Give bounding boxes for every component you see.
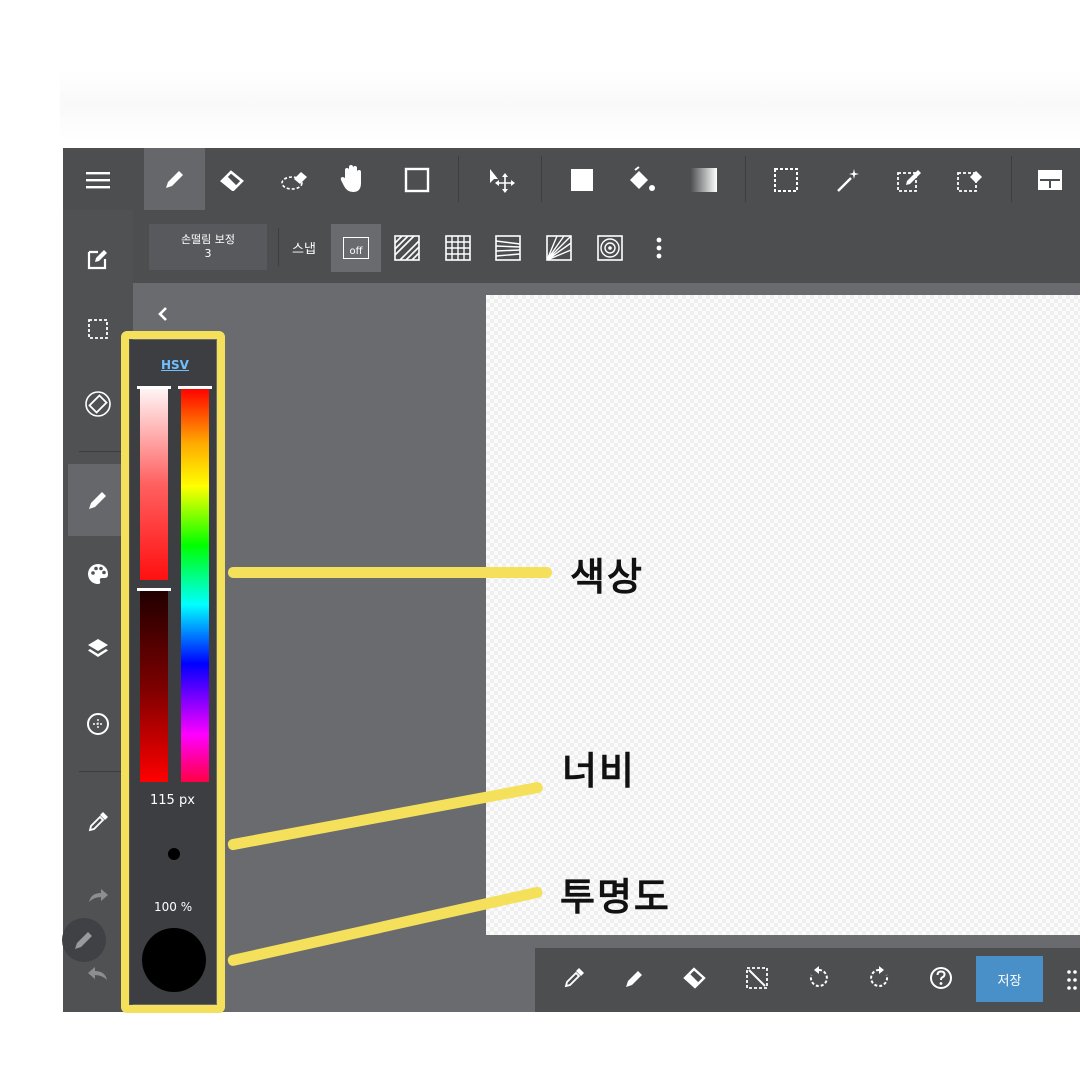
snap-radial-button[interactable] — [543, 230, 575, 266]
pen-icon — [89, 492, 106, 509]
opacity-annotation-label: 투명도 — [560, 875, 671, 919]
pen-icon — [626, 971, 642, 987]
move-tool-button[interactable] — [481, 160, 523, 200]
redo-icon — [89, 889, 108, 902]
toolbar-divider — [278, 228, 279, 266]
grid-snap-icon — [445, 235, 471, 261]
eyedropper-rail-button[interactable] — [77, 802, 119, 842]
magic-wand-button[interactable] — [827, 160, 869, 200]
snap-perspective-button[interactable] — [492, 230, 524, 266]
toolbar-divider — [541, 156, 542, 202]
concentric-snap-icon — [597, 235, 623, 261]
selection-menu-button[interactable] — [77, 310, 119, 348]
layers-button[interactable] — [77, 628, 119, 668]
rotate-left-icon — [809, 966, 828, 987]
gradient-icon — [691, 168, 717, 192]
save-button[interactable]: 저장 — [976, 956, 1043, 1002]
eraser-icon — [683, 967, 706, 989]
select-pen-icon — [897, 170, 921, 192]
snap-concentric-button[interactable] — [594, 230, 626, 266]
pen-tool-button[interactable] — [144, 148, 205, 210]
drawing-canvas[interactable] — [486, 295, 1080, 935]
eyedropper-icon — [88, 812, 108, 832]
deselect-button[interactable] — [739, 960, 775, 996]
stabilizer-label: 손떨림 보정 — [180, 233, 236, 246]
palette-icon — [88, 564, 108, 584]
snap-off-button[interactable]: off — [331, 224, 381, 272]
select-eraser-icon — [957, 171, 982, 192]
snap-parallel-button[interactable] — [391, 230, 423, 266]
deselect-icon — [746, 967, 768, 989]
material-icon — [87, 713, 109, 735]
move-icon — [490, 169, 515, 193]
panel-highlight-outline — [121, 331, 225, 1013]
help-icon — [930, 967, 952, 989]
color-annotation-label: 색상 — [570, 555, 644, 599]
color-palette-button[interactable] — [77, 554, 119, 594]
grid-menu-button[interactable] — [1063, 964, 1080, 996]
gradient-tool-button[interactable] — [683, 160, 725, 200]
bucket-icon — [630, 166, 655, 191]
redo-bottom-button[interactable] — [861, 960, 897, 996]
pen-icon — [165, 171, 183, 188]
blur-eraser-button[interactable] — [275, 160, 315, 200]
bottom-pen-button[interactable] — [617, 960, 653, 996]
layout-button[interactable] — [1029, 160, 1071, 200]
square-outline-icon — [404, 167, 430, 193]
floating-pen-button[interactable] — [62, 918, 106, 962]
pen-icon — [75, 932, 92, 949]
color-annotation-line — [228, 567, 552, 578]
brush-panel-button[interactable] — [68, 464, 128, 536]
parallel-snap-icon — [394, 235, 420, 261]
stabilizer-value: 3 — [204, 247, 212, 260]
materials-button[interactable] — [77, 704, 119, 744]
layers-icon — [88, 639, 108, 657]
new-canvas-button[interactable] — [77, 240, 119, 278]
redo-button[interactable] — [77, 876, 119, 916]
more-vertical-icon — [656, 237, 662, 259]
bottom-eyedropper-button[interactable] — [556, 960, 592, 996]
snap-label: 스냅 — [292, 242, 316, 257]
fill-tool-button[interactable] — [561, 160, 603, 200]
eraser-tool-button[interactable] — [213, 160, 253, 200]
eraser-icon — [220, 170, 244, 191]
rotate-right-icon — [870, 966, 889, 987]
stabilizer-button[interactable]: 손떨림 보정 3 — [149, 224, 267, 270]
hand-icon — [340, 165, 361, 192]
layout-icon — [1038, 170, 1062, 190]
width-annotation-label: 너비 — [562, 749, 636, 793]
bottom-eraser-button[interactable] — [677, 960, 713, 996]
selection-icon — [88, 319, 108, 339]
faded-header-strip — [60, 70, 1080, 140]
edit-doc-icon — [87, 250, 107, 270]
magic-wand-icon — [837, 169, 859, 192]
select-pen-button[interactable] — [889, 160, 931, 200]
menu-icon[interactable] — [77, 162, 119, 198]
grid-dots-icon — [1066, 970, 1077, 990]
collapse-panel-button[interactable] — [151, 300, 175, 328]
shape-tool-button[interactable] — [397, 160, 437, 200]
toolbar-divider — [1011, 156, 1012, 202]
hand-tool-button[interactable] — [333, 158, 373, 200]
undo-icon — [88, 967, 107, 980]
undo-bottom-button[interactable] — [801, 960, 837, 996]
chevron-left-icon — [158, 307, 167, 321]
radial-snap-icon — [546, 235, 572, 261]
rotate-canvas-button[interactable] — [77, 384, 119, 424]
help-button[interactable] — [923, 960, 959, 996]
perspective-snap-icon — [495, 235, 521, 261]
selection-icon — [774, 168, 798, 192]
snap-grid-button[interactable] — [442, 230, 474, 266]
select-eraser-button[interactable] — [949, 160, 991, 200]
toolbar-divider — [458, 156, 459, 202]
bucket-tool-button[interactable] — [620, 160, 662, 200]
eyedropper-icon — [564, 968, 584, 988]
rotate-canvas-icon — [85, 391, 111, 417]
dashed-eraser-icon — [281, 172, 307, 190]
more-options-button[interactable] — [649, 232, 669, 264]
select-tool-button[interactable] — [765, 160, 807, 200]
snap-off-icon: off — [343, 237, 369, 259]
toolbar-divider — [745, 156, 746, 202]
fill-square-icon — [571, 169, 593, 191]
